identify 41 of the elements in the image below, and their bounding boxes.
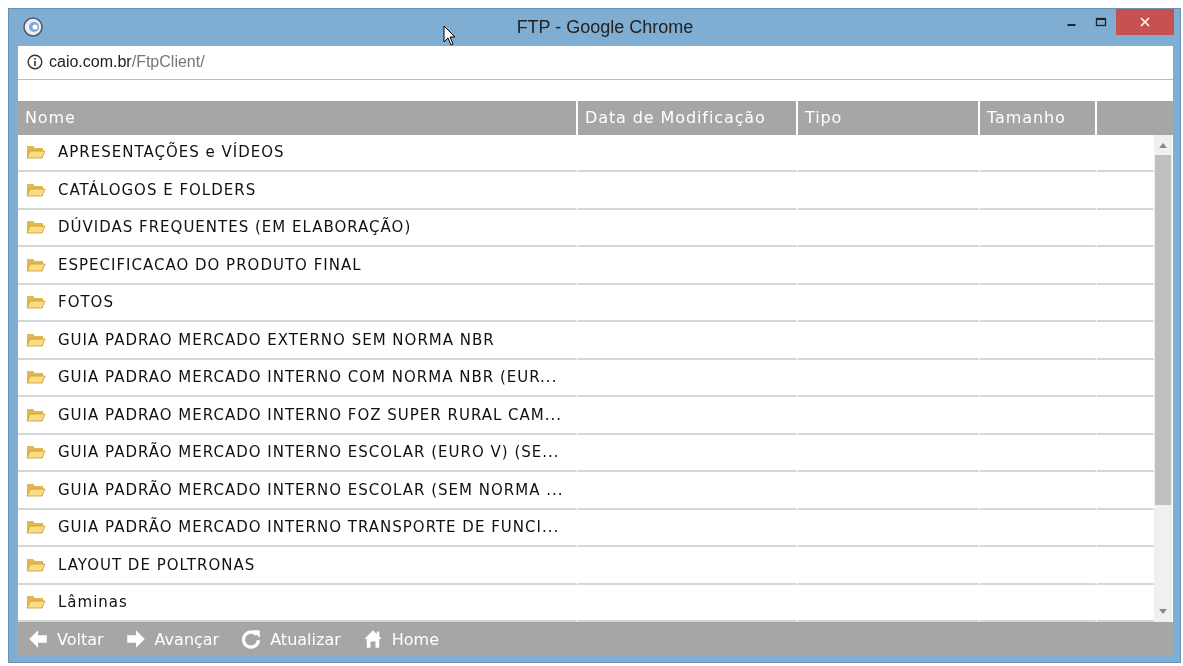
folder-icon (26, 556, 46, 573)
folder-icon (26, 331, 46, 348)
folder-row[interactable]: GUIA PADRAO MERCADO EXTERNO SEM NORMA NBR (18, 322, 578, 360)
folder-icon (26, 481, 46, 498)
folder-row[interactable]: GUIA PADRÃO MERCADO INTERNO ESCOLAR (SEM NORMA ... (18, 472, 578, 510)
folder-row[interactable]: GUIA PADRÃO MERCADO INTERNO TRANSPORTE DE FUNCI... (18, 509, 578, 547)
folder-icon (26, 369, 46, 386)
folder-icon (26, 256, 46, 273)
folder-icon (26, 181, 46, 198)
home-icon (362, 629, 383, 649)
maximize-icon (1095, 16, 1107, 28)
window-title: FTP - Google Chrome (515, 16, 695, 38)
left-arrow-icon (28, 629, 48, 649)
folder-row[interactable]: GUIA PADRAO MERCADO INTERNO FOZ SUPER RURAL CAM... (18, 397, 578, 435)
address-bar[interactable]: caio.com.br/FtpClient/ (18, 45, 1173, 80)
folder-icon (26, 519, 46, 536)
folder-row[interactable]: ESPECIFICACAO DO PRODUTO FINAL (18, 247, 578, 285)
folder-icon (26, 594, 46, 611)
folder-row[interactable]: FOTOS (18, 284, 578, 322)
folder-row[interactable]: CATÁLOGOS E FOLDERS (18, 172, 578, 210)
minimize-icon (1066, 24, 1076, 26)
folder-icon (26, 219, 46, 236)
folder-row[interactable]: GUIA PADRAO MERCADO INTERNO COM NORMA NBR (EUR... (18, 359, 578, 397)
scroll-up-icon[interactable] (1159, 141, 1167, 148)
mouse-cursor-icon (443, 25, 457, 47)
browser-icon (23, 17, 43, 38)
right-arrow-icon (125, 629, 146, 649)
folder-icon (26, 294, 46, 311)
folder-icon (26, 444, 46, 461)
url-text: caio.com.br/FtpClient/ (49, 53, 205, 72)
refresh-icon (241, 629, 262, 649)
close-icon (1139, 16, 1151, 28)
folder-icon (26, 144, 46, 161)
scroll-down-icon[interactable] (1159, 609, 1167, 615)
folder-icon (26, 406, 46, 423)
folder-row[interactable]: APRESENTAÇÕES e VÍDEOS (18, 134, 578, 172)
folder-row[interactable]: LAYOUT DE POLTRONAS (18, 547, 578, 585)
info-icon (27, 54, 43, 71)
folder-row[interactable]: DÚVIDAS FREQUENTES (EM ELABORAÇÃO) (18, 209, 578, 247)
scrollbar[interactable] (1154, 134, 1172, 622)
folder-row[interactable]: GUIA PADRÃO MERCADO INTERNO ESCOLAR (EURO V) (SE... (18, 434, 578, 472)
